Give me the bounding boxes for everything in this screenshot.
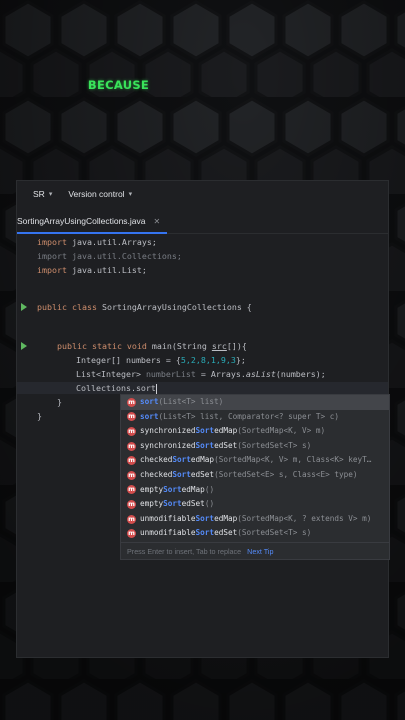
completion-footer: Press Enter to insert, Tab to replace Ne…: [121, 542, 389, 559]
completion-item-text: emptySortedSet(): [140, 499, 215, 509]
code-line: }: [37, 411, 42, 421]
code-line: }: [57, 397, 62, 407]
run-main-icon[interactable]: [21, 342, 27, 350]
completion-item[interactable]: m unmodifiableSortedMap(SortedMap<K, ? ex…: [121, 512, 389, 527]
completion-item-text: unmodifiableSortedMap(SortedMap<K, ? ext…: [140, 513, 372, 523]
method-icon: m: [127, 456, 136, 466]
code-line: import java.util.Arrays;: [37, 237, 157, 247]
editor-tabs: SortingArrayUsingCollections.java ✕: [17, 207, 388, 234]
completion-item-text: sort(List<T> list, Comparator<? super T>…: [140, 411, 340, 421]
completion-item-text: sort(List<T> list): [140, 397, 224, 406]
method-icon: m: [127, 529, 136, 539]
code-line: public class SortingArrayUsingCollection…: [37, 302, 252, 312]
completion-item[interactable]: m checkedSortedMap(SortedMap<K, V> m, Cla…: [121, 453, 389, 468]
completion-item[interactable]: m emptySortedSet(): [121, 497, 389, 512]
active-tab-indicator: [17, 232, 167, 234]
completion-item[interactable]: m unmodifiableSortedSet(SortedSet<T> s): [121, 526, 389, 541]
chevron-down-icon: ▾: [48, 191, 53, 198]
completion-item-text: unmodifiableSortedSet(SortedSet<T> s): [140, 528, 312, 538]
code-completion-popup: m sort(List<T> list) m sort(List<T> list, C…: [120, 394, 390, 560]
method-icon: m: [127, 412, 136, 422]
project-label: SR: [33, 189, 45, 199]
method-icon: m: [127, 514, 136, 524]
completion-item[interactable]: m synchronizedSortedMap(SortedMap<K, V> m…: [121, 424, 389, 439]
code-line: Collections.sort: [76, 383, 157, 394]
completion-item[interactable]: m sort(List<T> list, Comparator<? super T…: [121, 410, 389, 425]
method-icon: m: [127, 485, 136, 495]
method-icon: m: [127, 499, 136, 509]
run-class-icon[interactable]: [21, 303, 27, 311]
completion-item-text: emptySortedMap(): [140, 484, 215, 494]
text-caret: [155, 383, 157, 394]
completion-list: m sort(List<T> list) m sort(List<T> list, C…: [121, 395, 389, 541]
current-line-highlight: [17, 382, 388, 394]
completion-item-text: checkedSortedMap(SortedMap<K, V> m, Clas…: [140, 455, 372, 465]
next-tip-link[interactable]: Next Tip: [247, 547, 273, 556]
completion-item-text: synchronizedSortedSet(SortedSet<T> s): [140, 440, 312, 450]
version-control-label: Version control: [68, 189, 125, 199]
method-icon: m: [127, 397, 136, 407]
method-icon: m: [127, 426, 136, 436]
code-line: import java.util.Collections;: [37, 251, 182, 261]
code-line: Integer[] numbers = {5,2,8,1,9,3};: [76, 355, 246, 365]
tab-label: SortingArrayUsingCollections.java: [17, 216, 146, 226]
code-line: public static void main(String src[]){: [57, 341, 247, 351]
main-toolbar: SR ▾ Version control ▾: [17, 181, 388, 207]
close-icon[interactable]: ✕: [154, 217, 161, 226]
completion-item[interactable]: m synchronizedSortedSet(SortedSet<T> s): [121, 439, 389, 454]
code-line: List<Integer> numberList = Arrays.asList…: [76, 369, 326, 379]
code-line: import java.util.List;: [37, 265, 147, 275]
video-caption: BECAUSE: [87, 78, 150, 92]
method-icon: m: [127, 441, 136, 451]
tab-sortingarrayusingcollections[interactable]: SortingArrayUsingCollections.java ✕: [17, 209, 160, 233]
completion-item[interactable]: m sort(List<T> list): [121, 395, 389, 410]
completion-item-text: checkedSortedSet(SortedSet<E> s, Class<E…: [140, 469, 358, 479]
chevron-down-icon: ▾: [128, 191, 133, 198]
completion-item[interactable]: m checkedSortedSet(SortedSet<E> s, Class<…: [121, 468, 389, 483]
project-selector[interactable]: SR ▾: [33, 189, 52, 199]
version-control-menu[interactable]: Version control ▾: [68, 189, 132, 199]
completion-item[interactable]: m emptySortedMap(): [121, 483, 389, 498]
completion-hint: Press Enter to insert, Tab to replace: [127, 546, 242, 556]
method-icon: m: [127, 470, 136, 480]
completion-item-text: synchronizedSortedMap(SortedMap<K, V> m): [140, 426, 326, 436]
